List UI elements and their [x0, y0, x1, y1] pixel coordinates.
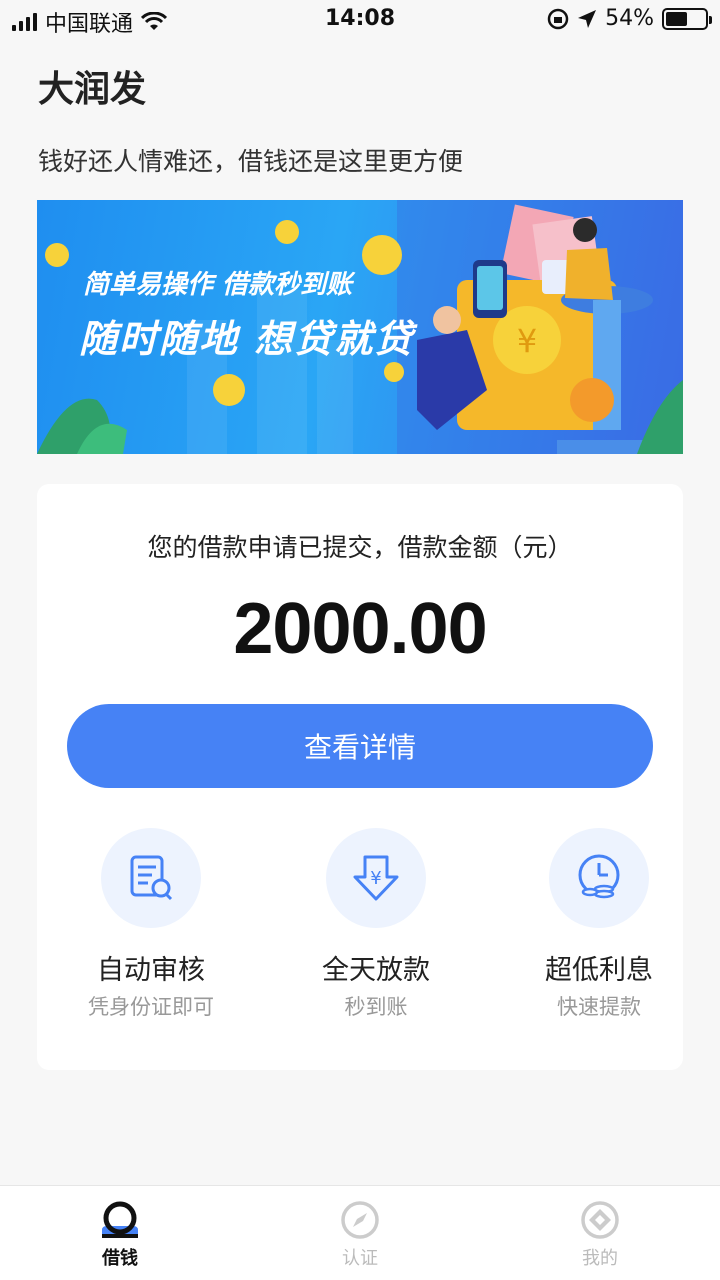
status-bar: 中国联通 14:08 54% — [0, 0, 720, 40]
status-right: 54% — [547, 6, 712, 31]
tab-borrow[interactable]: 借钱 — [0, 1186, 240, 1280]
feature-subtitle: 凭身份证即可 — [88, 995, 214, 1019]
bottom-tab-bar: 借钱 认证 我的 — [0, 1185, 720, 1280]
profile-icon — [581, 1201, 619, 1239]
borrow-icon — [102, 1201, 138, 1238]
feature-low-interest: 超低利息 快速提款 — [509, 828, 689, 1021]
loan-notice: 您的借款申请已提交，借款金额（元） — [147, 533, 573, 562]
document-search-icon — [130, 855, 173, 901]
svg-text:¥: ¥ — [370, 868, 381, 889]
feature-subtitle: 快速提款 — [557, 995, 641, 1019]
battery-icon — [662, 7, 712, 30]
tab-label: 借钱 — [102, 1248, 138, 1269]
battery-fill — [666, 11, 687, 26]
feature-auto-review: 自动审核 凭身份证即可 — [61, 828, 241, 1021]
loan-card: 您的借款申请已提交，借款金额（元） 2000.00 查看详情 自动审核 凭身份证… — [37, 484, 683, 1070]
rotation-lock-icon — [547, 8, 569, 29]
tab-label: 认证 — [342, 1248, 378, 1269]
feature-icon-circle — [101, 828, 201, 928]
feature-title: 全天放款 — [322, 955, 430, 986]
banner-line1: 简单易操作 借款秒到账 — [83, 270, 353, 300]
feature-all-day-payout: ¥ 全天放款 秒到账 — [286, 828, 466, 1021]
page-subtitle: 钱好还人情难还，借钱还是这里更方便 — [38, 147, 464, 176]
feature-icon-circle — [549, 828, 649, 928]
tab-verify[interactable]: 认证 — [240, 1186, 480, 1280]
loan-amount: 2000.00 — [233, 589, 487, 669]
promo-banner[interactable]: ¥ 简单易操作 借款秒到账 随时随地 想贷就贷 — [37, 200, 683, 454]
clock-coins-icon — [578, 854, 620, 899]
battery-percent: 54% — [605, 6, 654, 31]
feature-title: 自动审核 — [97, 955, 205, 986]
compass-icon — [341, 1201, 379, 1239]
feature-icon-circle: ¥ — [326, 828, 426, 928]
feature-subtitle: 秒到账 — [344, 995, 408, 1019]
tab-label: 我的 — [582, 1248, 618, 1269]
yuan-arrow-down-icon: ¥ — [353, 855, 399, 901]
svg-text:¥: ¥ — [517, 322, 537, 360]
page-title: 大润发 — [38, 69, 147, 110]
feature-title: 超低利息 — [545, 955, 653, 986]
location-icon — [578, 9, 597, 28]
tab-mine[interactable]: 我的 — [480, 1186, 720, 1280]
banner-line2: 随时随地 想贷就贷 — [79, 317, 415, 361]
view-details-button[interactable]: 查看详情 — [67, 704, 653, 788]
